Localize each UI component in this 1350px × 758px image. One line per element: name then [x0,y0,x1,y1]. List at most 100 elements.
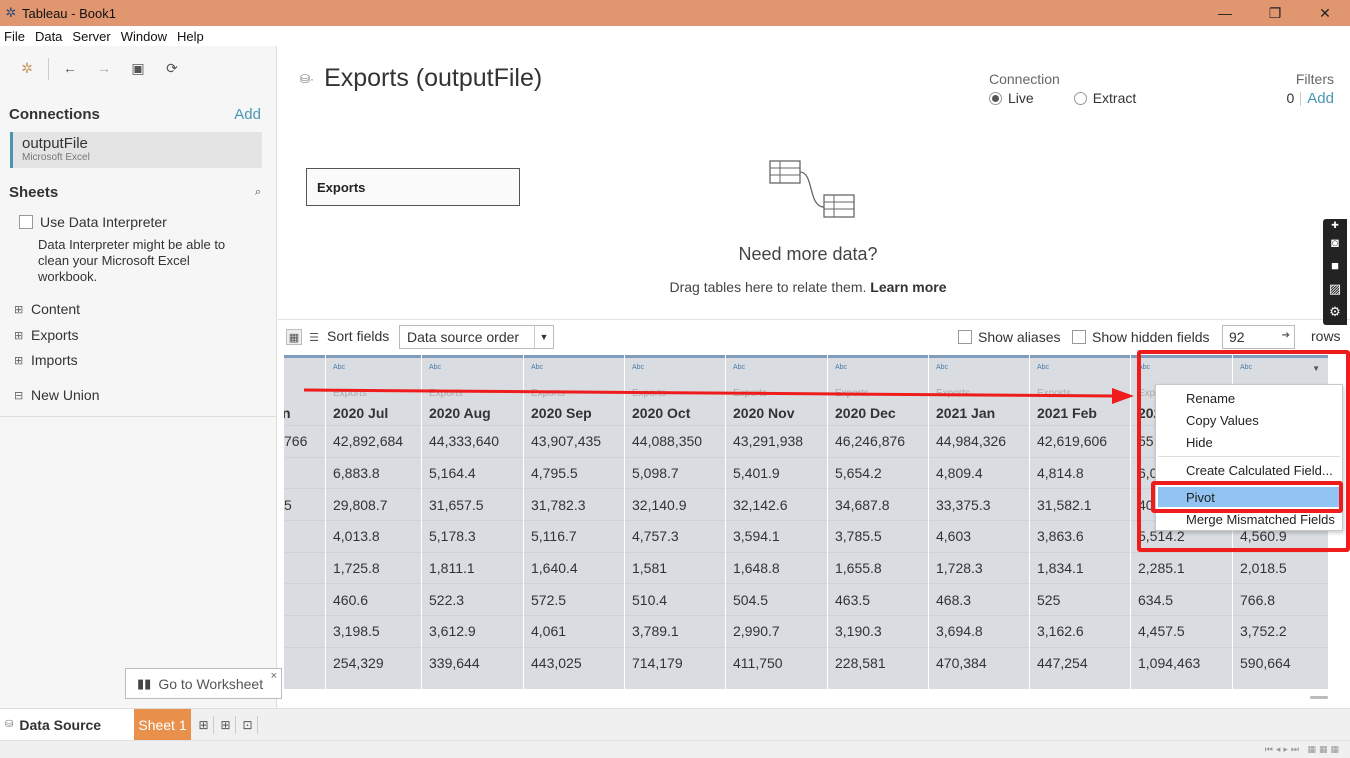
datasource-title[interactable]: Exports (outputFile) [324,64,542,93]
sheet-label: Content [31,301,81,317]
menu-window[interactable]: Window [117,29,173,44]
grid-cell: 3,162.6 [1030,615,1130,647]
grid-cell: 42,892,684 [326,425,421,457]
grid-cell: 31,782.3 [524,488,624,520]
go-to-worksheet-tooltip[interactable]: ▮▮ Go to Worksheet × [125,668,282,699]
video-icon[interactable]: ■ [1323,254,1347,277]
menu-help[interactable]: Help [173,29,210,44]
menu-data[interactable]: Data [31,29,68,44]
grid-cell [284,646,325,679]
string-type-icon[interactable]: Abc [632,364,644,371]
connection-item[interactable]: outputFile Microsoft Excel [10,132,262,168]
grid-cell: 460.6 [326,583,421,615]
data-interpreter-label: Use Data Interpreter [40,214,167,230]
grid-cell: 4,013.8 [326,520,421,552]
search-icon[interactable]: ⌕ [255,186,261,199]
tab-data-source-label: Data Source [19,716,102,733]
title-bar: ✲ Tableau - Book1 — ❐ ✕ [0,0,1350,26]
grid-cell: 4,814.8 [1030,456,1130,489]
grid-cell: 44,984,326 [929,425,1029,457]
canvas-table-exports[interactable]: Exports [306,168,520,206]
grid-cell: 766 [284,425,325,457]
list-view-icon[interactable]: ☰ [306,329,322,345]
grid-cell: 4,603 [929,520,1029,552]
sheet-label: Exports [31,327,79,343]
gear-icon[interactable]: ⚙ [1323,300,1347,323]
new-story-icon[interactable]: ⊡ [238,716,258,734]
refresh-icon[interactable]: ⟳ [155,58,189,78]
image-icon[interactable]: ▨ [1323,277,1347,300]
minimize-button[interactable]: — [1200,0,1250,26]
string-type-icon[interactable]: Abc [333,364,345,371]
rows-input[interactable]: 92 ➔ [1222,325,1295,349]
grid-cell: 1,725.8 [326,551,421,584]
live-radio[interactable] [989,91,1002,105]
string-type-icon[interactable]: Abc [733,364,745,371]
add-connection-link[interactable]: Add [234,106,261,123]
grid-cell: 4,809.4 [929,456,1029,489]
grid-cell: 29,808.7 [326,488,421,520]
grid-cell: 32,140.9 [625,488,725,520]
grid-cell: 254,329 [326,646,421,679]
menu-file[interactable]: File [0,29,31,44]
grid-cell: 1,094,463 [1131,646,1232,679]
close-button[interactable]: ✕ [1300,0,1350,26]
undo-icon[interactable]: ← [53,58,87,78]
connections-heading: Connections [9,106,100,123]
grid-cell: 5,178.3 [422,520,523,552]
table-grid-icon: ⊞ [14,329,24,342]
camera-icon[interactable]: ◙ [1323,231,1347,254]
sheet-item-imports[interactable]: ⊞ Imports [14,352,78,368]
show-hidden-fields-checkbox[interactable] [1072,330,1086,344]
new-dashboard-icon[interactable]: ⊞ [216,716,236,734]
extract-label: Extract [1092,90,1137,106]
window-title: Tableau - Book1 [22,5,116,21]
tableau-icon: ✲ [5,5,17,20]
string-type-icon[interactable]: Abc [936,364,948,371]
save-icon[interactable]: ▣ [121,58,155,78]
redo-icon[interactable]: → [87,58,121,78]
grid-cell: 339,644 [422,646,523,679]
new-union-item[interactable]: ⊟ New Union [14,387,99,403]
tab-sheet-1[interactable]: Sheet 1 [134,709,191,740]
annotation-arrow [304,388,1134,404]
plus-icon[interactable]: ✚ [1323,219,1347,231]
grid-cell: 1,640.4 [524,551,624,584]
grid-cell: 43,907,435 [524,425,624,457]
grid-cell [284,615,325,647]
column-name: n [284,405,291,421]
arrow-right-icon[interactable]: ➔ [1282,330,1290,341]
show-aliases-checkbox[interactable] [958,330,972,344]
grid-view-icon[interactable]: ▦ [286,329,302,345]
union-icon: ⊟ [14,389,24,402]
restore-button[interactable]: ❐ [1250,0,1300,26]
grid-cell [284,456,325,489]
grid-cell: 44,088,350 [625,425,725,457]
sheet-navigation-icons[interactable]: ⏮◂▸⏭ ▦▦▦ [1265,744,1342,755]
data-interpreter-checkbox[interactable] [19,215,33,229]
string-type-icon[interactable]: Abc [429,364,441,371]
new-worksheet-icon[interactable]: ⊞ [194,716,214,734]
close-icon[interactable]: × [271,670,277,682]
tab-data-source[interactable]: ⛁ Data Source [0,709,134,740]
horizontal-scrollbar[interactable] [1310,696,1328,699]
extract-radio[interactable] [1073,91,1087,105]
string-type-icon[interactable]: Abc [835,364,847,371]
add-filter-link[interactable]: Add [1307,90,1334,107]
relate-tables-icon [769,160,855,218]
grid-cell: 32,142.6 [726,488,827,520]
table-grid-icon: ⊞ [14,354,24,367]
sort-fields-dropdown[interactable]: Data source order ▼ [399,325,554,349]
datasource-icon: ⛁· [300,71,315,86]
tableau-logo-icon[interactable]: ✲ [10,58,44,78]
grid-cell: 1,728.3 [929,551,1029,584]
learn-more-link[interactable]: Learn more [870,279,946,295]
menu-server[interactable]: Server [68,29,116,44]
string-type-icon[interactable]: Abc [531,364,543,371]
show-hidden-fields-label: Show hidden fields [1092,329,1210,345]
grid-cell: 3,198.5 [326,615,421,647]
sheet-item-exports[interactable]: ⊞ Exports [14,327,78,343]
sheet-item-content[interactable]: ⊞ Content [14,301,80,317]
left-panel: ✲ ← → ▣ ⟳ Connections Add outputFile Mic… [0,46,277,708]
string-type-icon[interactable]: Abc [1037,364,1049,371]
